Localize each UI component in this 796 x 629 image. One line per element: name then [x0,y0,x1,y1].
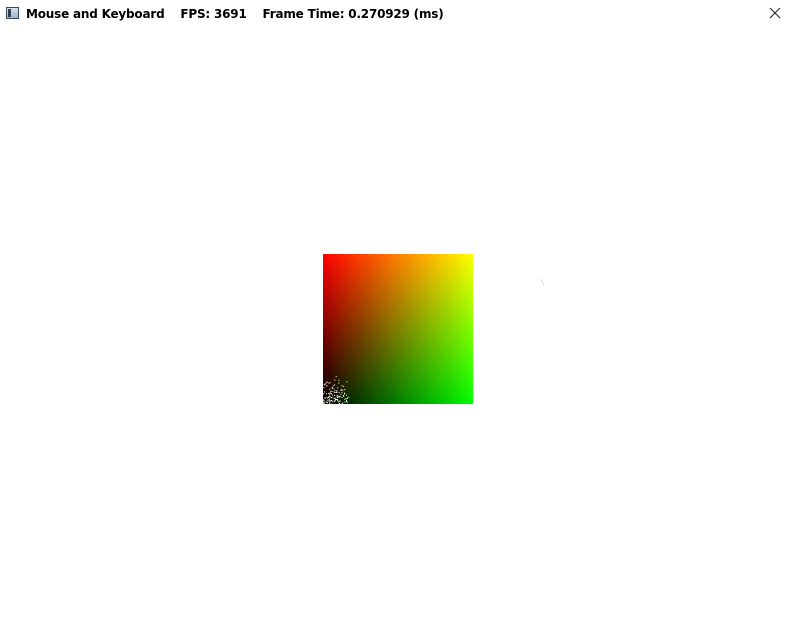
noise-speck [329,394,331,396]
noise-speck [329,396,331,398]
noise-speck [340,393,342,395]
noise-speck [337,397,338,398]
noise-speck [334,392,336,393]
noise-speck [326,385,328,387]
noise-speck [325,383,326,385]
noise-speck [329,393,331,395]
noise-speck [329,382,331,384]
noise-speck [340,389,342,391]
noise-speck [323,401,325,403]
noise-speck [339,401,341,403]
noise-speck [345,398,347,400]
noise-speck [323,393,324,395]
noise-speck [333,401,335,403]
noise-speck [332,388,334,390]
noise-speck [334,384,336,386]
noise-speck [334,389,336,391]
noise-speck [338,392,340,394]
noise-speck [335,391,337,393]
noise-speck [331,400,332,401]
noise-speck [326,393,327,395]
noise-speck [340,390,342,391]
noise-speck [329,402,331,404]
noise-speck [338,401,339,403]
noise-speck [343,394,344,396]
noise-speck [344,401,346,403]
mouse-cursor-trace [540,278,545,286]
noise-speck [341,403,343,404]
noise-speck [336,395,338,397]
noise-speck [347,397,348,399]
noise-speck [328,382,330,384]
noise-speck [341,391,343,393]
noise-speck [335,376,337,378]
noise-speck [342,389,344,391]
noise-speck [342,386,344,388]
noise-speck [331,400,333,402]
noise-speck [332,385,334,387]
noise-speck [348,396,350,398]
noise-speck [334,397,336,399]
noise-speck [323,384,325,386]
noise-speck [337,387,339,389]
noise-speck [344,392,346,394]
noise-speck [333,391,335,393]
noise-speck [334,379,336,381]
noise-speck [338,382,340,384]
noise-speck [341,397,343,398]
noise-speck [326,397,328,399]
noise-speck [330,390,332,392]
noise-speck [334,394,335,396]
app-window: Mouse and Keyboard FPS: 3691 Frame Time:… [0,0,796,629]
noise-speck [341,385,343,387]
app-window-icon [6,7,19,19]
noise-speck [323,400,325,402]
noise-speck [323,402,325,404]
gradient-quad-canvas [323,254,473,404]
noise-speck [337,400,339,402]
noise-speck [344,393,346,395]
noise-speck [331,390,333,392]
noise-speck [344,389,346,391]
gradient-quad [323,254,473,404]
noise-speck [327,399,329,401]
noise-speck [329,398,330,400]
close-button[interactable] [760,2,790,24]
noise-speck [323,387,325,389]
close-icon [769,7,781,19]
noise-speck [324,397,326,399]
render-viewport[interactable] [0,28,796,629]
noise-speck [333,398,335,400]
noise-speck [331,393,332,395]
noise-speck [337,398,339,400]
noise-speck [331,394,333,396]
noise-speck [339,396,341,398]
noise-speck [330,397,332,399]
noise-speck [329,400,331,402]
noise-speck [338,403,340,404]
noise-speck [336,390,338,392]
noise-speck [338,379,340,381]
title-bar[interactable]: Mouse and Keyboard FPS: 3691 Frame Time:… [0,0,796,28]
noise-speck [346,401,348,403]
noise-speck [327,402,329,404]
quad-top-layer [323,254,473,404]
noise-speck [346,394,348,396]
noise-speck [331,397,333,399]
noise-speck [328,396,330,398]
noise-speck [334,400,336,402]
noise-speck [325,401,327,403]
noise-speck [346,399,347,401]
noise-speck [335,399,336,401]
noise-speck [346,381,348,383]
window-title: Mouse and Keyboard FPS: 3691 Frame Time:… [26,7,444,21]
noise-speck [329,388,331,390]
noise-speck [328,393,330,394]
noise-speck [323,391,325,393]
noise-speck [326,381,328,383]
noise-speck [344,398,346,400]
